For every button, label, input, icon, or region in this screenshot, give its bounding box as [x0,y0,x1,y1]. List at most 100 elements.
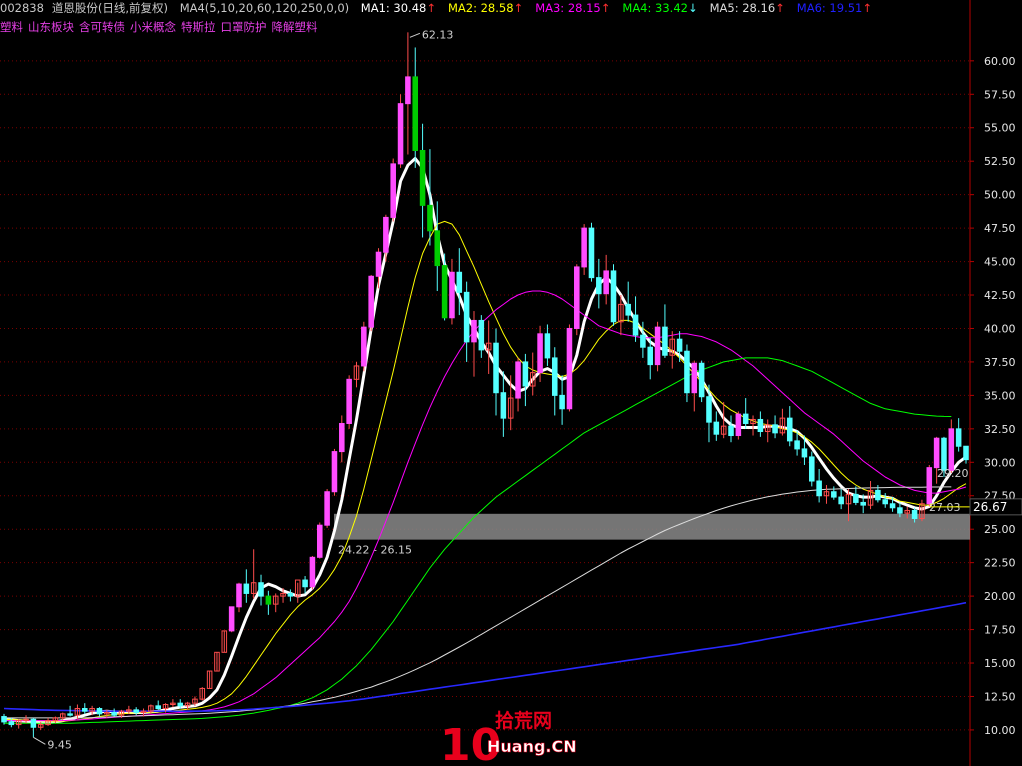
ma-line-ma2 [3,220,967,722]
candle-body [397,103,404,165]
candle [603,254,609,305]
candle-body [346,378,352,424]
low-marker-pointer [33,736,46,745]
candle-body [794,440,800,450]
candle [228,606,235,633]
candle [390,158,396,222]
candle [522,353,529,407]
candle-body [596,277,602,295]
trend-arrow-icon: ↑ [426,1,436,15]
candle-body [1,716,7,723]
candle [170,699,176,708]
candle-body [412,76,419,151]
candle-body [361,326,367,367]
concept-tag[interactable]: 塑料 [0,20,23,34]
chart-header: 002838 道恩股份(日线,前复权) MA4(5,10,20,60,120,25… [0,0,892,16]
candle [30,717,37,738]
candle [500,371,507,437]
y-tick-label: 37.50 [984,356,1016,369]
concept-tag[interactable]: 特斯拉 [181,20,216,34]
candle-body [603,270,609,295]
candle [316,522,323,559]
candle [566,324,573,412]
candle-body [941,437,947,471]
candle [206,670,213,689]
candle-body [463,291,470,343]
candle-body [265,595,272,605]
concept-tag[interactable]: 山东板块 [28,20,74,34]
candle-body [368,275,374,328]
candle [243,569,250,603]
candle-body [566,327,573,410]
concept-tag[interactable]: 含可转债 [79,20,125,34]
candle-body [654,326,661,366]
concept-tag[interactable]: 小米概念 [130,20,176,34]
candle [353,361,360,388]
candle-body [735,413,742,437]
candle [684,344,690,403]
candle [463,281,470,362]
current-price-label: 26.67 [973,500,1007,514]
candle-body [647,346,654,366]
candle-body [875,489,881,501]
candle-body [786,417,793,442]
candle [757,411,764,437]
stock-chart-window: 10.00 12.50 15.00 17.50 20.00 22.50 25.00 27.50… [0,0,1022,766]
candle-body [551,357,558,396]
ma-readout-3: MA3: 28.15↑ [535,1,611,15]
trend-arrow-icon: ↑ [862,1,872,15]
watermark-cn: 拾荒网 [495,709,552,732]
candle [221,630,228,653]
candle [471,311,477,377]
candle-body [559,394,565,410]
candle [361,321,367,372]
candle-body [236,583,242,608]
candle-body [478,319,485,351]
candle [434,201,441,292]
candle-body [500,392,507,419]
ma-readout-1: MA1: 30.48↑ [360,1,436,15]
candle [728,415,734,443]
ma-readout-2: MA2: 28.58↑ [447,1,524,15]
candle [559,375,565,425]
candle [258,574,264,606]
ma-line-ma4 [4,357,952,724]
ma-line-ma1 [3,157,967,725]
candle [551,347,558,416]
candle-body [691,362,698,394]
y-tick-label: 20.00 [984,590,1016,603]
trend-arrow-icon: ↑ [775,1,785,15]
trend-arrow-icon: ↑ [513,1,524,15]
candle [654,321,661,372]
candle [339,415,345,463]
candle-body [449,271,455,319]
candle [133,707,139,716]
candle [111,708,117,717]
candle-body [955,428,962,447]
candle-body [8,721,15,726]
candle-body [713,421,720,435]
y-tick-label: 60.00 [984,55,1016,68]
candle-body [471,319,477,343]
candle [867,481,874,510]
candle [236,582,242,613]
y-tick-label: 50.00 [984,189,1016,202]
period-label: (日线,前复权) [97,1,169,15]
candle [581,224,587,275]
support-zone [334,513,970,540]
candle [155,700,161,710]
y-tick-label: 55.00 [984,122,1016,135]
candle-body [441,265,448,319]
candle-body [82,708,88,712]
concept-tag[interactable]: 口罩防护 [221,20,267,34]
candle [368,274,374,332]
concept-tag[interactable]: 降解塑料 [272,20,318,34]
y-tick-label: 30.00 [984,456,1016,469]
candle-body [434,230,441,267]
candle-body [155,705,161,710]
candle-body [889,503,896,509]
y-tick-label: 57.50 [984,88,1016,101]
candle [405,32,411,155]
candle-body [522,361,529,387]
price-tag-2: 27.03 [929,501,961,514]
